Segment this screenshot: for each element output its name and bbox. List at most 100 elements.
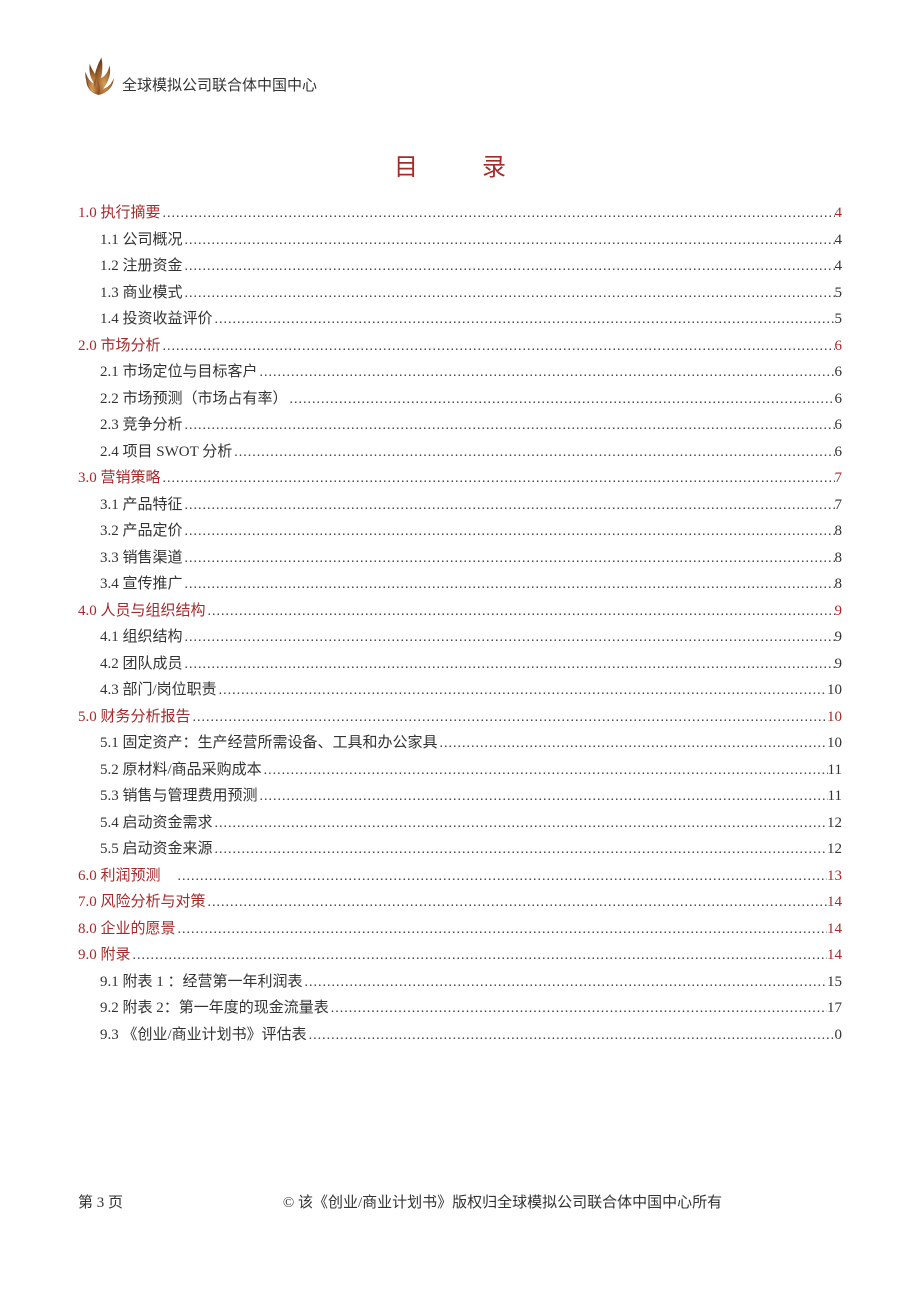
toc-entry[interactable]: 1.2 注册资金4 bbox=[78, 253, 842, 280]
toc-entry-label: 1.3 商业模式 bbox=[100, 280, 183, 306]
toc-entry[interactable]: 8.0 企业的愿景14 bbox=[78, 916, 842, 943]
toc-entry-page: 8 bbox=[835, 518, 843, 544]
toc-entry[interactable]: 2.2 市场预测（市场占有率）6 bbox=[78, 386, 842, 413]
toc-entry-label: 3.1 产品特征 bbox=[100, 492, 183, 518]
toc-entry[interactable]: 1.1 公司概况 4 bbox=[78, 227, 842, 254]
header-org-name: 全球模拟公司联合体中国中心 bbox=[122, 74, 317, 97]
toc-entry[interactable]: 2.0 市场分析6 bbox=[78, 333, 842, 360]
toc-entry-label: 4.0 人员与组织结构 bbox=[78, 598, 206, 624]
toc-entry[interactable]: 3.2 产品定价 8 bbox=[78, 518, 842, 545]
toc-entry[interactable]: 9.3 《创业/商业计划书》评估表 0 bbox=[78, 1022, 842, 1049]
toc-entry[interactable]: 3.1 产品特征7 bbox=[78, 492, 842, 519]
toc-entry[interactable]: 3.4 宣传推广8 bbox=[78, 571, 842, 598]
toc-entry-label: 5.0 财务分析报告 bbox=[78, 704, 191, 730]
toc-entry[interactable]: 9.2 附表 2：第一年度的现金流量表17 bbox=[78, 995, 842, 1022]
toc-entry-label: 9.3 《创业/商业计划书》评估表 bbox=[100, 1022, 307, 1048]
toc-entry[interactable]: 6.0 利润预测 13 bbox=[78, 863, 842, 890]
toc-leader-dots bbox=[206, 891, 827, 916]
toc-entry-page: 6 bbox=[835, 439, 843, 465]
toc-entry[interactable]: 2.4 项目 SWOT 分析 6 bbox=[78, 439, 842, 466]
toc-leader-dots bbox=[183, 229, 835, 254]
toc-leader-dots bbox=[217, 679, 827, 704]
toc-entry-label: 6.0 利润预测 bbox=[78, 863, 176, 889]
toc-entry-label: 2.2 市场预测（市场占有率） bbox=[100, 386, 288, 412]
toc-entry-label: 5.4 启动资金需求 bbox=[100, 810, 213, 836]
toc-entry[interactable]: 5.5 启动资金来源12 bbox=[78, 836, 842, 863]
page-number: 第 3 页 bbox=[78, 1191, 123, 1212]
toc-entry[interactable]: 7.0 风险分析与对策 14 bbox=[78, 889, 842, 916]
toc-leader-dots bbox=[258, 785, 828, 810]
toc-leader-dots bbox=[161, 202, 835, 227]
toc-entry[interactable]: 4.1 组织结构9 bbox=[78, 624, 842, 651]
toc-entry[interactable]: 5.1 固定资产：生产经营所需设备、工具和办公家具10 bbox=[78, 730, 842, 757]
toc-entry[interactable]: 4.0 人员与组织结构9 bbox=[78, 598, 842, 625]
toc-entry[interactable]: 2.1 市场定位与目标客户6 bbox=[78, 359, 842, 386]
toc-entry-page: 0 bbox=[835, 1022, 843, 1048]
toc-entry[interactable]: 2.3 竞争分析6 bbox=[78, 412, 842, 439]
toc-leader-dots bbox=[183, 255, 835, 280]
toc-leader-dots bbox=[303, 971, 827, 996]
toc-entry-page: 5 bbox=[835, 306, 843, 332]
toc-entry-page: 4 bbox=[835, 227, 843, 253]
toc-entry-label: 4.1 组织结构 bbox=[100, 624, 183, 650]
toc-leader-dots bbox=[329, 997, 827, 1022]
toc-entry-page: 11 bbox=[828, 783, 842, 809]
flame-logo-icon bbox=[78, 55, 120, 97]
toc-leader-dots bbox=[213, 812, 827, 837]
toc-entry-label: 4.3 部门/岗位职责 bbox=[100, 677, 217, 703]
toc-entry-label: 3.0 营销策略 bbox=[78, 465, 161, 491]
toc-entry-label: 2.3 竞争分析 bbox=[100, 412, 183, 438]
toc-leader-dots bbox=[176, 865, 827, 890]
toc-entry[interactable]: 4.3 部门/岗位职责 10 bbox=[78, 677, 842, 704]
toc-entry-label: 9.0 附录 bbox=[78, 942, 131, 968]
toc-leader-dots bbox=[213, 308, 835, 333]
toc-leader-dots bbox=[161, 467, 835, 492]
toc-entry-page: 15 bbox=[827, 969, 842, 995]
toc-entry-page: 8 bbox=[835, 545, 843, 571]
toc-entry-page: 5 bbox=[835, 280, 843, 306]
toc-leader-dots bbox=[183, 520, 835, 545]
toc-entry-label: 5.3 销售与管理费用预测 bbox=[100, 783, 258, 809]
toc-leader-dots bbox=[262, 759, 828, 784]
toc-entry[interactable]: 1.0 执行摘要4 bbox=[78, 200, 842, 227]
toc-entry-page: 7 bbox=[835, 465, 843, 491]
toc-entry[interactable]: 9.1 附表 1 ：经营第一年利润表15 bbox=[78, 969, 842, 996]
toc-entry-page: 13 bbox=[827, 863, 842, 889]
toc-entry-label: 1.1 公司概况 bbox=[100, 227, 183, 253]
toc-leader-dots bbox=[176, 918, 827, 943]
toc-entry-page: 14 bbox=[827, 889, 842, 915]
toc-entry[interactable]: 5.3 销售与管理费用预测 11 bbox=[78, 783, 842, 810]
toc-leader-dots bbox=[161, 335, 835, 360]
toc-entry-page: 12 bbox=[827, 810, 842, 836]
toc-title: 目 录 bbox=[78, 147, 842, 182]
toc-leader-dots bbox=[438, 732, 827, 757]
toc-leader-dots bbox=[183, 414, 835, 439]
toc-entry-label: 3.2 产品定价 bbox=[100, 518, 183, 544]
toc-entry-label: 1.2 注册资金 bbox=[100, 253, 183, 279]
toc-leader-dots bbox=[191, 706, 827, 731]
toc-entry-label: 3.4 宣传推广 bbox=[100, 571, 183, 597]
toc-entry-label: 7.0 风险分析与对策 bbox=[78, 889, 206, 915]
document-header: 全球模拟公司联合体中国中心 bbox=[78, 55, 842, 97]
toc-entry-label: 4.2 团队成员 bbox=[100, 651, 183, 677]
toc-entry-label: 2.4 项目 SWOT 分析 bbox=[100, 439, 232, 465]
toc-entry[interactable]: 1.3 商业模式 5 bbox=[78, 280, 842, 307]
toc-entry[interactable]: 5.4 启动资金需求 12 bbox=[78, 810, 842, 837]
toc-entry-label: 5.1 固定资产：生产经营所需设备、工具和办公家具 bbox=[100, 730, 438, 756]
toc-entry[interactable]: 5.0 财务分析报告 10 bbox=[78, 704, 842, 731]
toc-leader-dots bbox=[183, 653, 835, 678]
toc-entry[interactable]: 9.0 附录14 bbox=[78, 942, 842, 969]
toc-entry-page: 9 bbox=[835, 651, 843, 677]
toc-entry[interactable]: 3.0 营销策略 7 bbox=[78, 465, 842, 492]
toc-entry-page: 14 bbox=[827, 916, 842, 942]
toc-entry[interactable]: 5.2 原材料/商品采购成本11 bbox=[78, 757, 842, 784]
toc-entry-label: 9.2 附表 2：第一年度的现金流量表 bbox=[100, 995, 329, 1021]
toc-entry-page: 11 bbox=[828, 757, 842, 783]
toc-leader-dots bbox=[131, 944, 827, 969]
toc-entry[interactable]: 3.3 销售渠道8 bbox=[78, 545, 842, 572]
toc-entry[interactable]: 4.2 团队成员 9 bbox=[78, 651, 842, 678]
toc-entry-page: 10 bbox=[827, 677, 842, 703]
toc-entry-page: 10 bbox=[827, 704, 842, 730]
toc-leader-dots bbox=[183, 282, 835, 307]
toc-entry[interactable]: 1.4 投资收益评价5 bbox=[78, 306, 842, 333]
